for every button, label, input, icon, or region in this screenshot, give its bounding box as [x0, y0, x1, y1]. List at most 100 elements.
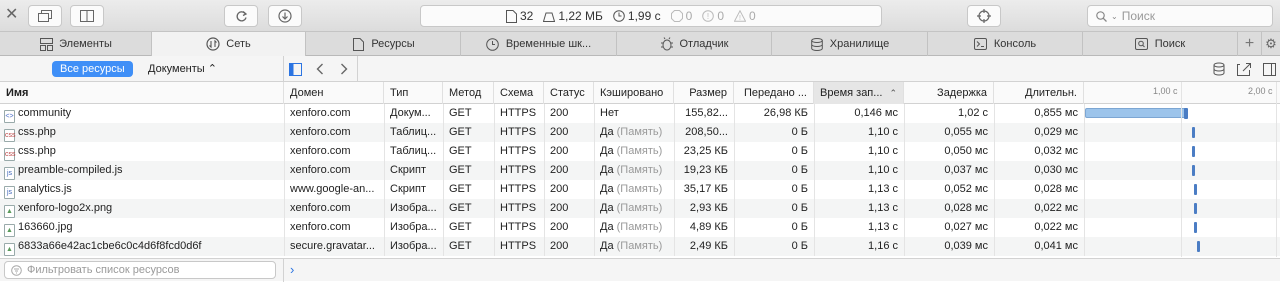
scheme-cell: HTTPS: [500, 202, 537, 214]
resource-name-cell[interactable]: css css.php: [0, 142, 284, 161]
undock-button[interactable]: [28, 5, 62, 27]
duration-cell: 0,032 мс: [1034, 145, 1078, 157]
tab-bar: Элементы Сеть Ресурсы Временные шк... От…: [0, 32, 1280, 56]
image-file-icon: ▲: [4, 205, 15, 218]
column-header-size[interactable]: Размер: [674, 82, 734, 104]
forward-button[interactable]: [336, 61, 352, 77]
details-sidebar-button[interactable]: [1261, 61, 1277, 77]
table-row[interactable]: <> community xenforo.com Докум... GET HTTPS 20…: [0, 104, 1280, 123]
resource-name-cell[interactable]: css css.php: [0, 123, 284, 142]
warnings-stat[interactable]: ! 0: [702, 9, 724, 23]
size-stat[interactable]: 1,22 МБ: [543, 9, 603, 23]
tab-network[interactable]: Сеть: [152, 32, 306, 56]
tab-timelines[interactable]: Временные шк...: [461, 32, 617, 56]
waterfall-marker[interactable]: [1192, 146, 1195, 157]
tab-label: Временные шк...: [505, 38, 592, 50]
resource-name-cell[interactable]: js preamble-compiled.js: [0, 161, 284, 180]
transferred-cell: 0 Б: [791, 164, 808, 176]
column-header-cached[interactable]: Кэшировано: [594, 82, 674, 104]
column-header-domain[interactable]: Домен: [284, 82, 384, 104]
tab-elements[interactable]: Элементы: [0, 32, 152, 56]
tab-storage[interactable]: Хранилище: [772, 32, 928, 56]
tab-label: Сеть: [226, 38, 251, 50]
elements-icon: [39, 37, 53, 51]
resource-name-cell[interactable]: ▲ xenforo-logo2x.png: [0, 199, 284, 218]
column-header-latency[interactable]: Задержка: [904, 82, 994, 104]
all-resources-button[interactable]: Все ресурсы: [52, 61, 133, 77]
column-header-duration[interactable]: Длительн.: [994, 82, 1084, 104]
waterfall-marker[interactable]: [1192, 165, 1195, 176]
status-cell: 200: [550, 221, 569, 233]
console-prompt-icon[interactable]: ›: [290, 262, 294, 277]
latency-cell: 1,02 с: [958, 107, 988, 119]
timeline-icon: [486, 37, 500, 51]
requests-stat[interactable]: 32: [506, 9, 533, 23]
document-file-icon: <>: [4, 110, 15, 123]
time-stat[interactable]: 1,99 с: [613, 9, 661, 23]
column-header-time[interactable]: Время зап... ⌃: [814, 82, 904, 104]
export-har-button[interactable]: [1236, 61, 1252, 77]
waterfall-marker[interactable]: [1197, 241, 1200, 252]
table-row[interactable]: ▲ xenforo-logo2x.png xenforo.com Изобра... G…: [0, 199, 1280, 218]
sidebar-toggle-button[interactable]: [287, 61, 303, 77]
tab-resources[interactable]: Ресурсы: [306, 32, 461, 56]
scheme-cell: HTTPS: [500, 107, 537, 119]
tab-label: Элементы: [59, 38, 112, 50]
tab-console[interactable]: Консоль: [928, 32, 1083, 56]
resource-name-cell[interactable]: js analytics.js: [0, 180, 284, 199]
cached-value: Нет: [600, 107, 619, 119]
domain-cell: xenforo.com: [290, 145, 351, 157]
waterfall-marker[interactable]: [1194, 184, 1197, 195]
type-cell: Изобра...: [390, 221, 437, 233]
tab-debugger[interactable]: Отладчик: [617, 32, 772, 56]
cached-cell: Да (Память): [594, 218, 674, 237]
domain-cell: secure.gravatar...: [290, 240, 375, 252]
waterfall-bar[interactable]: [1085, 108, 1187, 118]
table-row[interactable]: js preamble-compiled.js xenforo.com Скрипт G…: [0, 161, 1280, 180]
waterfall-marker[interactable]: [1192, 127, 1195, 138]
timeline-tick-1s: 1,00 с: [1153, 86, 1178, 96]
close-icon[interactable]: ✕: [5, 6, 18, 24]
table-row[interactable]: css css.php xenforo.com Таблиц... GET HTTPS 20…: [0, 123, 1280, 142]
column-header-status[interactable]: Статус: [544, 82, 594, 104]
waterfall-marker[interactable]: [1194, 222, 1197, 233]
domain-cell: xenforo.com: [290, 164, 351, 176]
column-header-scheme[interactable]: Схема: [494, 82, 544, 104]
filter-resources-input[interactable]: Фильтровать список ресурсов: [4, 261, 276, 279]
tab-search[interactable]: Поиск: [1083, 32, 1238, 56]
debugger-icon: [660, 37, 674, 51]
dock-side-icon: [80, 10, 94, 22]
dock-side-button[interactable]: [70, 5, 104, 27]
size-cell: 2,93 КБ: [689, 202, 728, 214]
settings-button[interactable]: ⚙: [1262, 32, 1280, 56]
resource-name-cell[interactable]: ▲ 6833a66e42ac1cbe6c0c4d6f8fcd0d6f: [0, 237, 284, 256]
issues-stat[interactable]: ! 0: [734, 9, 756, 23]
resource-name-cell[interactable]: ▲ 163660.jpg: [0, 218, 284, 237]
method-cell: GET: [449, 240, 472, 252]
back-button[interactable]: [312, 61, 328, 77]
cached-note: (Память): [616, 183, 663, 195]
table-row[interactable]: ▲ 6833a66e42ac1cbe6c0c4d6f8fcd0d6f secure.…: [0, 237, 1280, 256]
table-row[interactable]: js analytics.js www.google-an... Скрипт GET H…: [0, 180, 1280, 199]
column-header-transferred[interactable]: Передано ...: [734, 82, 814, 104]
add-tab-button[interactable]: +: [1238, 32, 1262, 56]
inspect-element-button[interactable]: [967, 5, 1001, 27]
waterfall-marker[interactable]: [1194, 203, 1197, 214]
reload-button[interactable]: [224, 5, 258, 27]
column-header-name[interactable]: Имя: [0, 82, 284, 104]
duration-cell: 0,022 мс: [1034, 202, 1078, 214]
resource-name-cell[interactable]: <> community: [0, 104, 284, 123]
table-row[interactable]: css css.php xenforo.com Таблиц... GET HTTPS 20…: [0, 142, 1280, 161]
time-cell: 1,16 с: [868, 240, 898, 252]
divider: [283, 56, 284, 82]
errors-stat[interactable]: 0: [670, 9, 692, 23]
column-divider: [443, 104, 444, 256]
clear-cache-button[interactable]: [1211, 61, 1227, 77]
search-input[interactable]: ⌄ Поиск: [1087, 5, 1273, 27]
column-divider: [544, 104, 545, 256]
documents-filter-select[interactable]: Документы ⌃: [148, 62, 217, 75]
column-header-method[interactable]: Метод: [443, 82, 494, 104]
table-row[interactable]: ▲ 163660.jpg xenforo.com Изобра... GET HTTPS 2…: [0, 218, 1280, 237]
download-button[interactable]: [268, 5, 302, 27]
column-header-type[interactable]: Тип: [384, 82, 443, 104]
